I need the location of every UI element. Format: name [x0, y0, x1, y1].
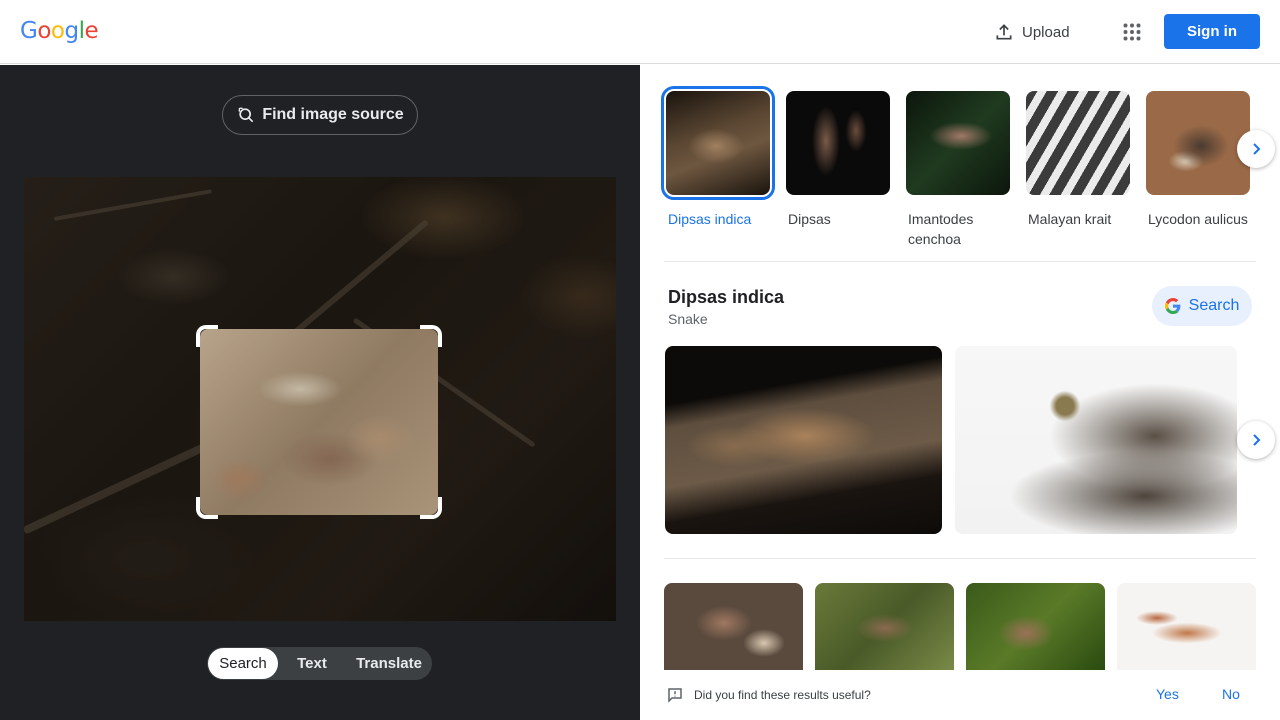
- lens-search-icon: [238, 107, 254, 123]
- apps-button[interactable]: [1116, 16, 1148, 48]
- visual-match-item[interactable]: Dipsas: [784, 89, 892, 249]
- upload-button[interactable]: Upload: [984, 14, 1080, 50]
- match-thumbnail: [1026, 91, 1130, 195]
- match-thumbnail: [1146, 91, 1250, 195]
- more-results-grid: [664, 583, 1256, 671]
- visual-match-item[interactable]: Imantodes cenchoa: [904, 89, 1012, 249]
- visual-match-item[interactable]: Lycodon aulicus: [1144, 89, 1252, 249]
- crop-handle-bottom-right[interactable]: [420, 497, 442, 519]
- section-divider: [664, 558, 1256, 559]
- result-image[interactable]: [1117, 583, 1256, 671]
- feedback-yes-button[interactable]: Yes: [1156, 686, 1179, 702]
- tab-search[interactable]: Search: [208, 648, 278, 679]
- logo-letter: o: [50, 18, 65, 44]
- sign-in-button[interactable]: Sign in: [1164, 14, 1260, 49]
- top-bar: Google Upload Sign in: [0, 0, 1280, 64]
- match-thumbnail: [906, 91, 1010, 195]
- tab-text[interactable]: Text: [278, 648, 346, 679]
- result-image[interactable]: [664, 583, 803, 671]
- result-image[interactable]: [966, 583, 1105, 671]
- match-label: Lycodon aulicus: [1148, 211, 1248, 227]
- section-divider: [664, 261, 1256, 262]
- match-label: Dipsas indica: [668, 211, 752, 227]
- match-label: Dipsas: [788, 211, 831, 227]
- upload-icon: [996, 24, 1012, 40]
- lens-mode-tabs: Search Text Translate: [207, 647, 432, 680]
- selected-crop-region[interactable]: [200, 329, 438, 515]
- next-images-button[interactable]: [1237, 421, 1275, 459]
- knowledge-search-label: Search: [1188, 297, 1240, 314]
- knowledge-title: Dipsas indica: [668, 287, 785, 307]
- result-image[interactable]: [815, 583, 954, 671]
- find-source-label: Find image source: [262, 106, 404, 123]
- match-label: Imantodes cenchoa: [908, 211, 974, 247]
- visual-match-item[interactable]: Dipsas indica: [661, 86, 775, 249]
- logo-letter: e: [84, 18, 99, 44]
- chevron-right-icon: [1253, 434, 1261, 446]
- knowledge-subtitle: Snake: [668, 311, 708, 327]
- upload-label: Upload: [1022, 23, 1070, 41]
- find-image-source-button[interactable]: Find image source: [222, 95, 418, 135]
- apps-grid-icon: [1123, 23, 1141, 41]
- knowledge-image[interactable]: [665, 346, 942, 534]
- match-thumbnail: [661, 86, 775, 200]
- google-g-icon: [1164, 298, 1181, 314]
- visual-matches-row: Dipsas indica Dipsas Imantodes cenchoa M…: [661, 86, 1252, 249]
- match-label: Malayan krait: [1028, 211, 1112, 227]
- chevron-right-icon: [1253, 143, 1261, 155]
- feedback-icon: [668, 688, 682, 703]
- lens-image-panel: Find image source Search Text Translate: [0, 65, 640, 720]
- tab-translate[interactable]: Translate: [346, 648, 432, 679]
- google-logo[interactable]: Google: [20, 18, 99, 44]
- crop-handle-top-left[interactable]: [196, 325, 218, 347]
- feedback-no-button[interactable]: No: [1222, 686, 1240, 702]
- visual-match-item[interactable]: Malayan krait: [1024, 89, 1132, 249]
- crop-handle-bottom-left[interactable]: [196, 497, 218, 519]
- feedback-bar: Did you find these results useful? Yes N…: [640, 670, 1280, 720]
- crop-handle-top-right[interactable]: [420, 325, 442, 347]
- knowledge-search-button[interactable]: Search: [1152, 286, 1252, 326]
- knowledge-image[interactable]: [955, 346, 1237, 534]
- logo-letter: G: [20, 18, 38, 44]
- next-matches-button[interactable]: [1237, 130, 1275, 168]
- feedback-question: Did you find these results useful?: [694, 688, 871, 702]
- results-panel: Dipsas indica Dipsas Imantodes cenchoa M…: [640, 65, 1280, 720]
- logo-letter: g: [64, 18, 79, 44]
- logo-letter: o: [37, 18, 51, 44]
- match-thumbnail: [786, 91, 890, 195]
